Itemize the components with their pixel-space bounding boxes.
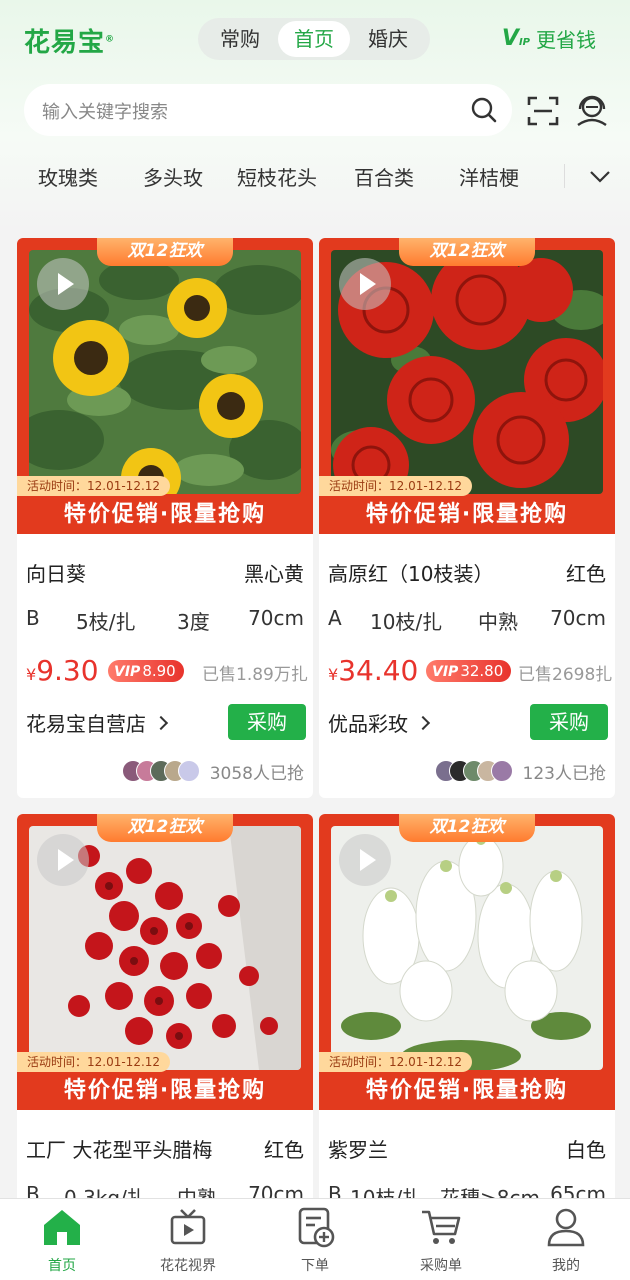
product-maturity: 中熟 [478,610,518,634]
promo-banner: 特价促销·限量抢购 [63,502,267,527]
buyer-avatars [121,760,200,782]
promo-frame: 双12狂欢 活动时间：12.01-12.12 特价促销·限量抢购 [17,238,313,534]
category-bar: 玫瑰类 多头玫 短枝花头 百合类 洋桔梗 [0,156,630,196]
chevron-right-icon [415,715,431,731]
sold-count: 已售2698扎 [518,665,613,685]
profile-icon [547,1208,585,1247]
product-card[interactable]: 双12狂欢 活动时间：12.01-12.12 特价促销·限量抢购 工厂 大花型平… [17,814,313,1214]
promo-banner: 特价促销·限量抢购 [365,1078,569,1103]
nav-profile[interactable]: 我的 [521,1205,611,1275]
avatar [177,760,200,782]
category-multi-head-rose[interactable]: 多头玫 [143,162,203,191]
product-maturity: 3度 [177,610,210,634]
buy-button[interactable]: 采购 [228,704,306,740]
vip-price-badge: VIP 32.80 [426,660,512,682]
search-icon[interactable] [470,96,498,124]
category-eustoma[interactable]: 洋桔梗 [459,162,519,191]
activity-time: 活动时间：12.01-12.12 [319,1052,473,1072]
shop-link[interactable]: 优品彩玫 [328,708,431,737]
sold-count: 已售1.89万扎 [202,665,308,685]
grab-info: 3058人已抢 [121,758,304,784]
activity-time: 活动时间：12.01-12.12 [319,476,473,496]
promo-frame: 双12狂欢 活动时间：12.01-12.12 特价促销·限量抢购 [319,814,615,1110]
product-card[interactable]: 双12狂欢 活动时间：12.01-12.12 特价促销·限量抢购 向日葵 黑心黄… [17,238,313,798]
home-icon [44,1210,80,1245]
product-price: ¥34.40 [328,654,419,687]
vip-text: 更省钱 [536,28,596,52]
category-lily[interactable]: 百合类 [354,162,414,191]
vip-icon: VIP [501,26,530,51]
tab-wedding[interactable]: 婚庆 [352,21,424,57]
vip-entry[interactable]: VIP 更省钱 [502,24,596,53]
nav-home[interactable]: 首页 [17,1205,107,1275]
top-tab-switcher: 常购 首页 婚庆 [198,18,430,60]
product-name: 高原红（10枝装） [328,562,494,586]
product-price: ¥9.30 [26,654,99,687]
nav-cart[interactable]: 采购单 [396,1205,486,1275]
product-card[interactable]: 双12狂欢 活动时间：12.01-12.12 特价促销·限量抢购 紫罗兰 白色 … [319,814,615,1214]
product-pack: 10枝/扎 [370,610,443,634]
product-name: 紫罗兰 [328,1138,388,1162]
product-grade: A [328,606,342,630]
promo-top-tag: 双12狂欢 [399,814,535,842]
vip-price-badge: VIP 8.90 [108,660,184,682]
product-image [331,250,603,494]
product-color: 红色 [566,562,606,586]
grab-count: 123人已抢 [522,763,606,784]
product-color: 白色 [566,1138,606,1162]
tab-frequent[interactable]: 常购 [204,21,276,57]
product-length: 70cm [248,606,304,630]
promo-top-tag: 双12狂欢 [97,238,233,266]
grab-info: 123人已抢 [434,758,606,784]
product-image [29,826,301,1070]
product-image [29,250,301,494]
avatar [490,760,513,782]
promo-frame: 双12狂欢 活动时间：12.01-12.12 特价促销·限量抢购 [17,814,313,1110]
search-bar[interactable]: 输入关键字搜索 [24,84,512,136]
app-header: 花易宝® 常购 首页 婚庆 VIP 更省钱 [0,14,630,66]
promo-top-tag: 双12狂欢 [97,814,233,842]
product-pack: 5枝/扎 [76,610,136,634]
tab-home[interactable]: 首页 [278,21,350,57]
play-video-icon[interactable] [339,834,391,886]
promo-banner: 特价促销·限量抢购 [365,502,569,527]
activity-time: 活动时间：12.01-12.12 [17,1052,171,1072]
video-icon [170,1209,206,1245]
activity-time: 活动时间：12.01-12.12 [17,476,171,496]
product-length: 70cm [550,606,606,630]
product-grade: B [26,606,40,630]
play-video-icon[interactable] [37,258,89,310]
product-name: 工厂 大花型平头腊梅 [26,1138,213,1162]
promo-top-tag: 双12狂欢 [399,238,535,266]
promo-banner: 特价促销·限量抢购 [63,1078,267,1103]
search-input[interactable]: 输入关键字搜索 [42,98,168,124]
customer-service-icon[interactable] [574,92,610,128]
product-image [331,826,603,1070]
grab-count: 3058人已抢 [209,763,304,784]
shop-link[interactable]: 花易宝自营店 [26,708,169,737]
order-icon [298,1207,335,1248]
product-name: 向日葵 [26,562,86,586]
nav-video[interactable]: 花花视界 [143,1205,233,1275]
chevron-down-icon[interactable] [588,164,612,188]
nav-order[interactable]: 下单 [270,1205,360,1275]
play-video-icon[interactable] [339,258,391,310]
app-logo: 花易宝® [24,28,116,58]
cart-icon [422,1210,461,1244]
chevron-right-icon [153,715,169,731]
category-rose[interactable]: 玫瑰类 [38,162,98,191]
scan-icon[interactable] [526,94,560,128]
play-video-icon[interactable] [37,834,89,886]
buy-button[interactable]: 采购 [530,704,608,740]
product-color: 黑心黄 [244,562,304,586]
promo-frame: 双12狂欢 活动时间：12.01-12.12 特价促销·限量抢购 [319,238,615,534]
product-color: 红色 [264,1138,304,1162]
category-divider [564,164,565,188]
buyer-avatars [434,760,513,782]
product-card[interactable]: 双12狂欢 活动时间：12.01-12.12 特价促销·限量抢购 高原红（10枝… [319,238,615,798]
category-short-stem[interactable]: 短枝花头 [237,162,317,191]
bottom-nav: 首页 花花视界 下单 采购单 我的 [0,1198,630,1280]
